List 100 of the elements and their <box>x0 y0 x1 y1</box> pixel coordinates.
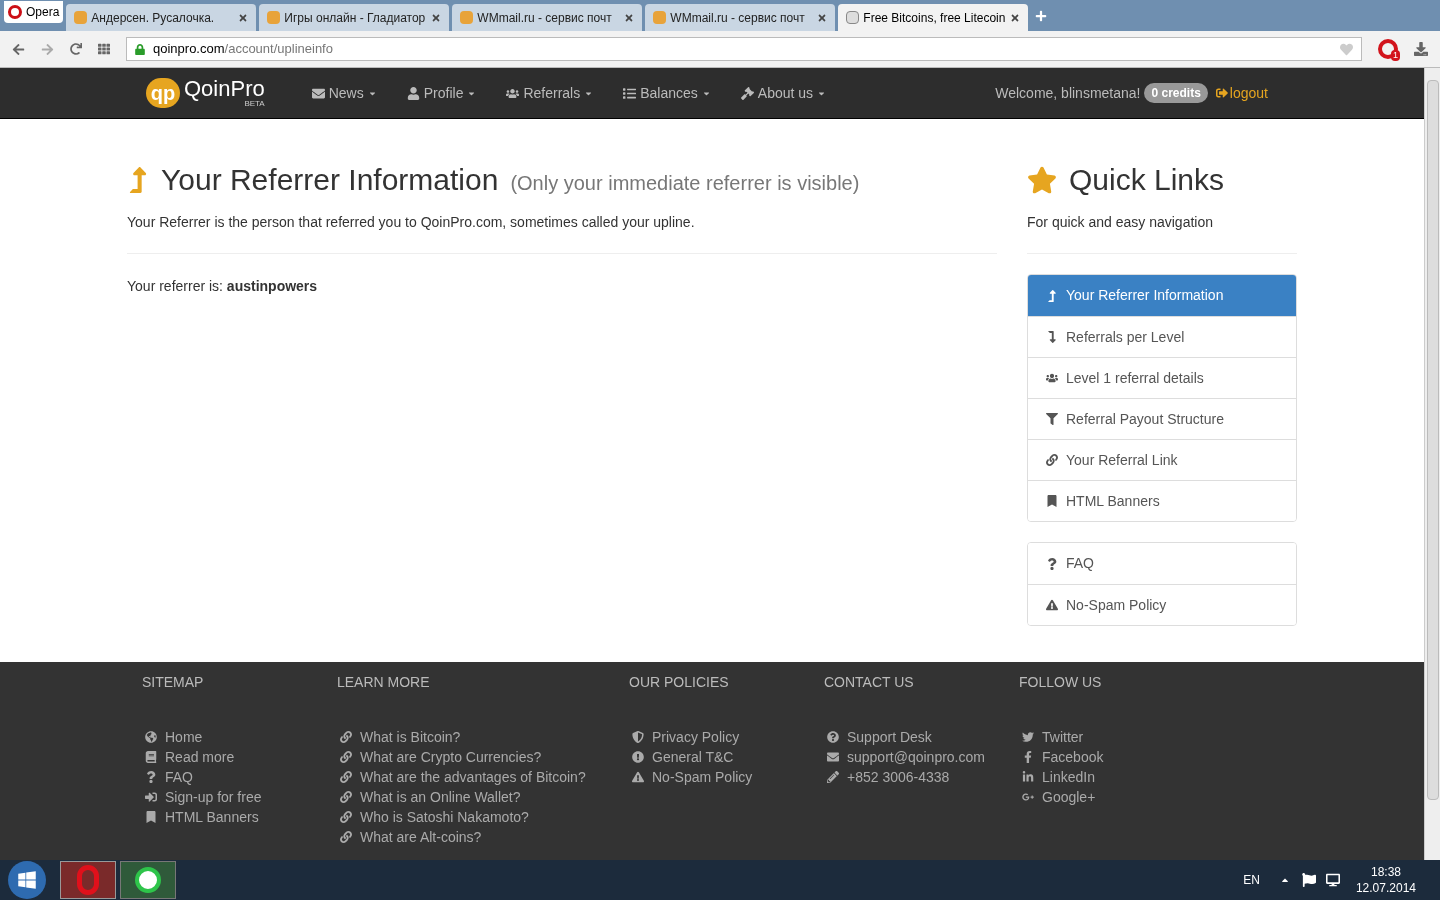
footer-link[interactable]: Sign-up for free <box>142 787 337 807</box>
start-button[interactable] <box>8 861 46 899</box>
opera-logo-icon <box>77 865 99 895</box>
footer-link[interactable]: No-Spam Policy <box>629 767 824 787</box>
nav-menu[interactable]: News <box>296 82 392 104</box>
notification-badge[interactable]: 1 <box>1378 39 1398 59</box>
footer-link[interactable]: Privacy Policy <box>629 727 824 747</box>
favicon-icon <box>460 11 474 24</box>
link-icon <box>1046 454 1058 466</box>
back-icon[interactable] <box>12 42 25 56</box>
warning-icon <box>632 771 644 783</box>
beta-label: BETA <box>244 100 265 108</box>
arrow-up-icon <box>1046 289 1058 302</box>
chat-app-icon <box>135 867 161 893</box>
shield-icon <box>632 731 644 743</box>
book-icon <box>145 751 157 763</box>
quick-link[interactable]: HTML Banners <box>1028 480 1296 521</box>
quick-link[interactable]: No-Spam Policy <box>1028 584 1296 625</box>
clock[interactable]: 18:38 12.07.2014 <box>1355 864 1416 896</box>
sign-in-icon <box>145 791 157 803</box>
nav-menu[interactable]: Balances <box>608 82 726 104</box>
footer-link[interactable]: Who is Satoshi Nakamoto? <box>337 807 629 827</box>
link-icon <box>340 731 352 743</box>
footer-link[interactable]: support@qoinpro.com <box>824 747 1019 767</box>
globe-icon <box>145 731 157 743</box>
nav-menu[interactable]: Profile <box>391 82 492 104</box>
reload-icon[interactable] <box>70 43 82 55</box>
browser-tab[interactable]: WMmail.ru - сервис почт <box>645 4 836 31</box>
tab-title: Андерсен. Русалочка. <box>91 9 216 27</box>
address-field[interactable]: qoinpro.com/account/uplineinfo <box>126 37 1362 61</box>
taskbar-app[interactable] <box>120 861 176 899</box>
footer-link[interactable]: Facebook <box>1019 747 1214 767</box>
users-icon <box>1046 372 1058 384</box>
footer-link[interactable]: What are Crypto Currencies? <box>337 747 629 767</box>
nav-menu[interactable]: Referrals <box>491 82 609 104</box>
welcome-text: Welcome, blinsmetana! <box>995 83 1141 103</box>
footer-link[interactable]: Home <box>142 727 337 747</box>
footer-link[interactable]: What are the advantages of Bitcoin? <box>337 767 629 787</box>
link-icon <box>340 811 352 823</box>
footer-link[interactable]: LinkedIn <box>1019 767 1214 787</box>
facebook-icon <box>1022 751 1034 763</box>
footer-link[interactable]: +852 3006-4338 <box>824 767 1019 787</box>
footer-link[interactable]: General T&C <box>629 747 824 767</box>
close-icon[interactable] <box>624 12 635 23</box>
network-icon[interactable] <box>1325 873 1340 887</box>
logout-link[interactable]: logout <box>1215 82 1268 104</box>
tab-title: Игры онлайн - Гладиатор <box>284 9 427 27</box>
flag-icon[interactable] <box>1301 873 1316 887</box>
favicon-icon <box>846 11 860 24</box>
footer-link[interactable]: Google+ <box>1019 787 1214 807</box>
browser-tab[interactable]: Free Bitcoins, free Litecoin <box>838 4 1029 31</box>
close-icon[interactable] <box>431 12 442 23</box>
taskbar-app[interactable] <box>60 861 116 899</box>
footer-link[interactable]: Twitter <box>1019 727 1214 747</box>
link-icon <box>340 771 352 783</box>
browser-tab[interactable]: WMmail.ru - сервис почт <box>452 4 643 31</box>
site-logo[interactable]: qp QoinPro BETA <box>146 78 265 108</box>
favicon-icon <box>74 11 88 24</box>
tab-title: Free Bitcoins, free Litecoin <box>863 9 1007 27</box>
referrer-text: Your referrer is: austinpowers <box>127 277 319 296</box>
new-tab-icon[interactable] <box>1035 10 1048 22</box>
browser-menu-button[interactable]: Opera <box>4 1 64 23</box>
tab-title: WMmail.ru - сервис почт <box>477 9 613 27</box>
footer-link[interactable]: What is Bitcoin? <box>337 727 629 747</box>
warning-icon <box>1046 599 1058 611</box>
page-title: Your Referrer Information <box>161 162 499 198</box>
close-icon[interactable] <box>238 12 249 23</box>
language-indicator[interactable]: EN <box>1243 871 1260 889</box>
speed-dial-icon[interactable] <box>98 43 110 55</box>
scrollbar[interactable] <box>1424 68 1440 860</box>
linkedin-icon <box>1022 771 1034 783</box>
link-icon <box>340 791 352 803</box>
browser-tab[interactable]: Андерсен. Русалочка. <box>66 4 257 31</box>
logo-mark: qp <box>146 78 180 108</box>
close-icon[interactable] <box>817 12 828 23</box>
question-icon <box>1046 557 1058 570</box>
url-text: qoinpro.com/account/uplineinfo <box>153 40 334 59</box>
credits-badge: 0 credits <box>1144 83 1208 103</box>
quick-links-title: Quick Links <box>1069 162 1225 198</box>
nav-menu[interactable]: About us <box>725 82 842 104</box>
page-description: Your Referrer is the person that referred you to QoinPro.com, sometimes called your upline. <box>127 213 696 232</box>
footer-link[interactable]: Support Desk <box>824 727 1019 747</box>
footer-heading: OUR POLICIES <box>629 673 730 692</box>
footer-link[interactable]: What is an Online Wallet? <box>337 787 629 807</box>
browser-tab[interactable]: Игры онлайн - Гладиатор <box>259 4 450 31</box>
google-plus-icon <box>1022 791 1034 803</box>
bookmark-icon <box>145 811 157 823</box>
footer-link[interactable]: What are Alt-coins? <box>337 827 629 847</box>
footer-link[interactable]: FAQ <box>142 767 337 787</box>
twitter-icon <box>1022 731 1034 743</box>
close-icon[interactable] <box>1010 12 1021 23</box>
quick-link[interactable]: Your Referrer Information <box>1028 275 1296 316</box>
logout-icon <box>1215 87 1228 99</box>
logo-name: QoinPro <box>184 78 265 100</box>
footer-heading: SITEMAP <box>142 673 205 692</box>
footer-link[interactable]: Read more <box>142 747 337 767</box>
download-icon[interactable] <box>1414 42 1428 56</box>
users-icon <box>506 86 520 100</box>
clock-date: 12.07.2014 <box>1355 880 1416 896</box>
footer-link[interactable]: HTML Banners <box>142 807 337 827</box>
